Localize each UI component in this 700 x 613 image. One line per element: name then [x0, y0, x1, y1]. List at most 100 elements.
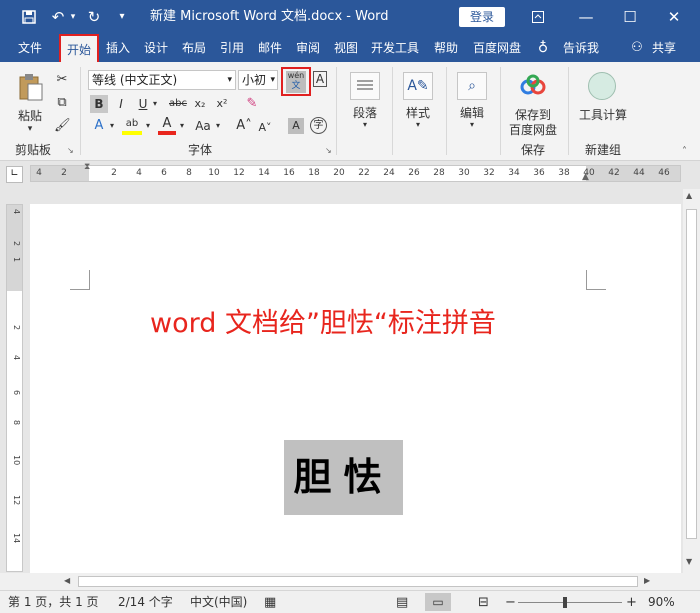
save-baidu-label-2[interactable]: 百度网盘 [506, 121, 560, 138]
font-color-dropdown-icon[interactable]: ▾ [178, 117, 186, 135]
document-heading[interactable]: word 文档给”胆怯“标注拼音 [150, 301, 496, 340]
text-effects-dropdown-icon[interactable]: ▾ [108, 117, 116, 135]
vertical-scrollbar[interactable]: ▲ ▼ [683, 189, 700, 573]
tab-view[interactable]: 视图 [328, 34, 364, 62]
save-icon[interactable] [18, 0, 40, 36]
grow-font-icon[interactable]: A˄ [236, 117, 252, 135]
search-icon[interactable]: ⌕ [457, 72, 487, 100]
styles-icon[interactable]: A✎ [403, 72, 433, 100]
vertical-ruler[interactable]: 4 2 1 2 4 6 8 10 12 14 [6, 204, 23, 572]
clear-formatting-icon[interactable]: ✎ [243, 95, 261, 113]
language[interactable]: 中文(中国) [190, 591, 247, 613]
person-icon[interactable]: ⚇ [628, 34, 646, 62]
italic-icon[interactable]: I [114, 95, 128, 113]
paste-label[interactable]: 粘贴 [10, 107, 50, 124]
login-button[interactable]: 登录 [459, 7, 505, 27]
styles-dropdown-icon[interactable]: ▾ [398, 120, 438, 129]
paragraph-dropdown-icon[interactable]: ▾ [345, 120, 385, 129]
highlight-dropdown-icon[interactable]: ▾ [144, 117, 152, 135]
character-shading-icon[interactable]: A [288, 118, 304, 134]
zoom-in-icon[interactable]: + [626, 591, 637, 613]
text-effects-icon[interactable]: A [90, 117, 108, 135]
paragraph-label[interactable]: 段落 [345, 104, 385, 121]
editing-label[interactable]: 编辑 [452, 104, 492, 121]
bold-icon[interactable]: B [90, 95, 108, 113]
tab-layout[interactable]: 布局 [176, 34, 212, 62]
enclose-characters-icon[interactable]: 字 [310, 117, 327, 134]
copy-icon[interactable]: ⧉ [54, 95, 70, 110]
chevron-down-icon[interactable]: ▾ [227, 71, 232, 89]
subscript-icon[interactable]: x₂ [192, 95, 208, 113]
cut-icon[interactable]: ✂ [54, 72, 70, 87]
tell-me[interactable]: 告诉我 [556, 34, 606, 62]
underline-icon[interactable]: U [136, 95, 150, 113]
tab-design[interactable]: 设计 [138, 34, 174, 62]
zoom-out-icon[interactable]: − [505, 591, 516, 613]
zoom-slider-thumb[interactable] [563, 597, 567, 608]
superscript-icon[interactable]: x² [214, 95, 230, 113]
baidu-cloud-icon[interactable] [518, 72, 548, 100]
font-launcher-icon[interactable]: ↘ [325, 146, 332, 155]
read-mode-icon[interactable]: ▤ [396, 591, 408, 613]
editing-dropdown-icon[interactable]: ▾ [452, 120, 492, 129]
scroll-left-icon[interactable]: ◀ [64, 576, 70, 585]
collapse-ribbon-icon[interactable]: ˄ [682, 146, 687, 157]
tab-developer[interactable]: 开发工具 [366, 34, 424, 62]
character-border-icon[interactable]: A [313, 71, 327, 87]
horizontal-ruler[interactable]: 4 2 2 4 6 8 10 12 14 16 18 20 22 24 26 28 30 32 34 36 38 40 42… [30, 162, 681, 182]
tab-mailings[interactable]: 邮件 [252, 34, 288, 62]
tool-calc-icon[interactable] [588, 72, 616, 100]
paste-icon[interactable] [16, 72, 46, 102]
tab-help[interactable]: 帮助 [428, 34, 464, 62]
chevron-down-icon[interactable]: ▾ [270, 71, 275, 89]
font-color-icon[interactable]: A [158, 117, 176, 135]
tab-insert[interactable]: 插入 [100, 34, 136, 62]
scroll-up-icon[interactable]: ▲ [686, 191, 692, 200]
shrink-font-icon[interactable]: A˅ [258, 119, 272, 137]
scroll-down-icon[interactable]: ▼ [686, 557, 692, 566]
clipboard-launcher-icon[interactable]: ↘ [67, 146, 74, 155]
share-button[interactable]: 共享 [648, 34, 680, 62]
strikethrough-icon[interactable]: abc [168, 95, 188, 113]
tab-baidu[interactable]: 百度网盘 [468, 34, 526, 62]
change-case-dropdown-icon[interactable]: ▾ [214, 117, 222, 135]
ribbon-display-icon[interactable] [528, 0, 548, 35]
tool-calc-label[interactable]: 工具计算 [576, 106, 630, 123]
vertical-scroll-thumb[interactable] [686, 209, 697, 539]
paste-dropdown-icon[interactable]: ▾ [10, 124, 50, 134]
selected-characters[interactable]: 胆怯 [284, 440, 403, 515]
print-layout-icon[interactable]: ▭ [425, 593, 451, 611]
underline-dropdown-icon[interactable]: ▾ [151, 95, 159, 113]
undo-icon[interactable]: ↶ [48, 0, 68, 34]
lightbulb-icon[interactable]: ♁ [534, 34, 552, 62]
customize-quick-access-icon[interactable]: ▾ [116, 0, 128, 34]
document-page[interactable] [30, 204, 681, 573]
redo-icon[interactable]: ↻ [84, 0, 104, 34]
highlight-icon[interactable]: ab [122, 117, 142, 135]
web-layout-icon[interactable]: ⊟ [478, 591, 489, 613]
tab-home[interactable]: 开始 [59, 34, 99, 62]
zoom-slider[interactable] [518, 602, 622, 603]
font-size-box[interactable]: 小初 ▾ [238, 70, 278, 90]
word-count[interactable]: 2/14 个字 [118, 591, 173, 613]
horizontal-scroll-thumb[interactable] [78, 576, 638, 587]
tab-review[interactable]: 审阅 [290, 34, 326, 62]
undo-dropdown-icon[interactable]: ▾ [68, 0, 78, 34]
zoom-level[interactable]: 90% [648, 591, 675, 613]
indent-marker-icon[interactable]: ⧗ [84, 162, 90, 172]
minimize-icon[interactable]: — [576, 0, 596, 34]
macro-icon[interactable]: ▦ [264, 591, 276, 613]
font-name-box[interactable]: 等线 (中文正文) ▾ [88, 70, 236, 90]
tab-file[interactable]: 文件 [10, 34, 50, 62]
tab-references[interactable]: 引用 [214, 34, 250, 62]
scroll-right-icon[interactable]: ▶ [644, 576, 650, 585]
right-indent-icon[interactable]: ▲ [582, 172, 589, 182]
paragraph-icon[interactable] [350, 72, 380, 100]
page-count[interactable]: 第 1 页，共 1 页 [8, 591, 99, 613]
tab-selector-icon[interactable]: ∟ [6, 166, 23, 183]
format-painter-icon[interactable]: 🖌 [54, 118, 71, 133]
styles-label[interactable]: 样式 [398, 104, 438, 121]
change-case-icon[interactable]: Aa [192, 117, 214, 135]
close-icon[interactable]: ✕ [664, 0, 684, 34]
phonetic-guide-button[interactable]: wén 文 [281, 67, 311, 96]
